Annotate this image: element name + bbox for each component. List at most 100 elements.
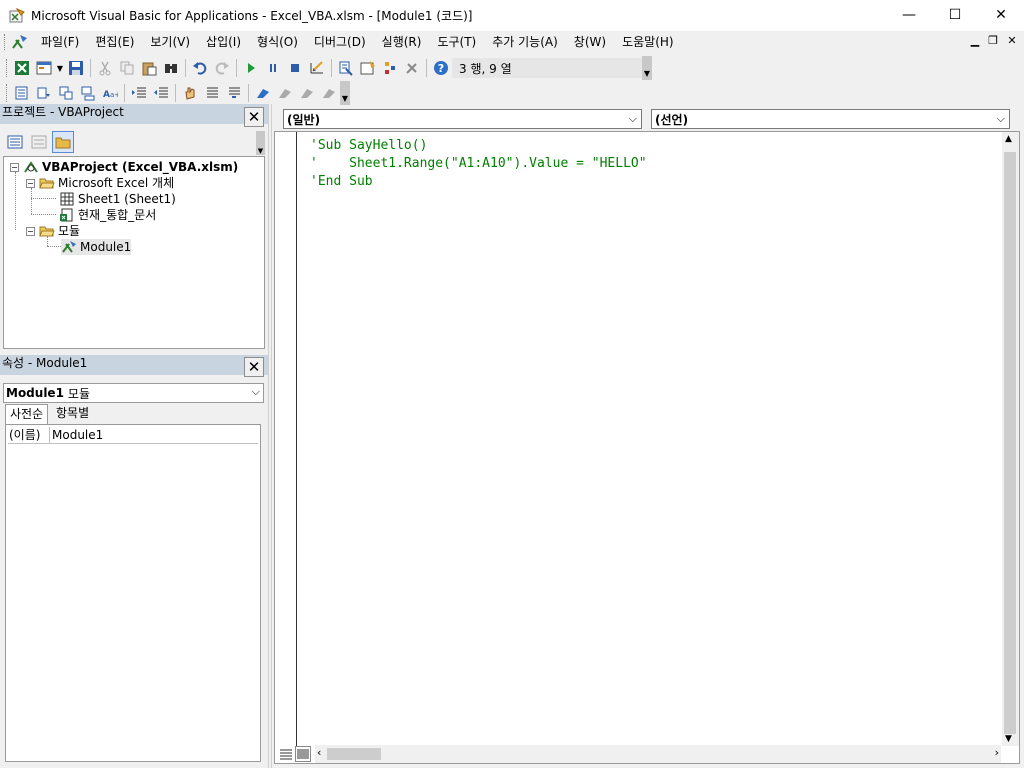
toolbox-button[interactable]: [401, 57, 423, 79]
scroll-right-icon[interactable]: ›: [995, 746, 999, 759]
project-explorer-button[interactable]: [335, 57, 357, 79]
mdi-restore-button[interactable]: ❐: [986, 34, 1000, 47]
properties-window-button[interactable]: [357, 57, 379, 79]
previous-bookmark-button[interactable]: [296, 82, 318, 104]
project-pane-toolbar: [4, 131, 74, 153]
object-browser-button[interactable]: [379, 57, 401, 79]
tree-item-sheet1[interactable]: Sheet1 (Sheet1): [59, 191, 176, 207]
toggle-breakpoint-button[interactable]: [179, 82, 201, 104]
scroll-down-icon[interactable]: ▼: [1005, 734, 1012, 744]
tree-item-module1[interactable]: Module1: [61, 239, 132, 255]
pane-splitter[interactable]: [268, 104, 272, 768]
menu-tools[interactable]: 도구(T): [429, 32, 484, 52]
menu-insert[interactable]: 삽입(I): [198, 32, 249, 52]
help-button[interactable]: ?: [430, 57, 452, 79]
toolbar-overflow-chevron[interactable]: ▼: [340, 81, 350, 105]
mdi-minimize-button[interactable]: ▁: [968, 34, 982, 47]
toolbar-grip[interactable]: [6, 59, 9, 77]
cut-icon: [99, 61, 111, 76]
run-button[interactable]: [240, 57, 262, 79]
break-button[interactable]: [262, 57, 284, 79]
scroll-thumb[interactable]: [1004, 152, 1016, 734]
view-object-button[interactable]: [28, 131, 50, 153]
collapse-icon[interactable]: −: [26, 226, 35, 236]
scroll-up-icon[interactable]: ▲: [1005, 134, 1012, 144]
mdi-close-button[interactable]: ✕: [1005, 34, 1019, 47]
tree-item-modules-folder[interactable]: − 모듈: [26, 223, 80, 239]
code-editor[interactable]: 'Sub SayHello() ' Sheet1.Range("A1:A10")…: [274, 131, 1020, 764]
scroll-left-icon[interactable]: ‹: [317, 746, 321, 759]
vba-menu-icon[interactable]: [11, 34, 29, 50]
properties-pane-close-button[interactable]: ✕: [244, 357, 264, 377]
menu-help[interactable]: 도움말(H): [614, 32, 682, 52]
procedure-combo[interactable]: (선언) ⌵: [651, 109, 1010, 129]
tree-item-vbaproject[interactable]: − VBAProject (Excel_VBA.xlsm): [10, 159, 238, 175]
design-mode-button[interactable]: [306, 57, 328, 79]
menu-file[interactable]: 파일(F): [33, 32, 87, 52]
find-button[interactable]: [160, 57, 182, 79]
tree-item-excel-objects[interactable]: − Microsoft Excel 개체: [26, 175, 174, 191]
quick-info-button[interactable]: [55, 82, 77, 104]
vertical-scrollbar[interactable]: ▲ ▼: [1002, 132, 1019, 746]
window-title: Microsoft Visual Basic for Applications …: [31, 9, 473, 23]
userform-icon: [36, 61, 52, 75]
parameter-info-button[interactable]: [77, 82, 99, 104]
menu-edit[interactable]: 편집(E): [87, 32, 142, 52]
toggle-bookmark-button[interactable]: [252, 82, 274, 104]
project-toolbar-overflow-chevron[interactable]: ▼: [256, 131, 265, 155]
complete-word-button[interactable]: Aa+: [99, 82, 121, 104]
uncomment-block-button[interactable]: [223, 82, 245, 104]
tree-item-workbook[interactable]: 현재_통합_문서: [59, 207, 156, 223]
indent-icon: [132, 87, 146, 98]
code-line[interactable]: 'End Sub: [310, 173, 373, 191]
binoculars-icon: [165, 64, 177, 73]
comment-block-button[interactable]: [201, 82, 223, 104]
save-button[interactable]: [65, 57, 87, 79]
menu-debug[interactable]: 디버그(D): [306, 32, 374, 52]
insert-userform-button[interactable]: [33, 57, 55, 79]
scroll-thumb[interactable]: [327, 748, 381, 760]
next-bookmark-button[interactable]: [274, 82, 296, 104]
property-row-name[interactable]: (이름) Module1: [8, 427, 258, 444]
close-button[interactable]: ✕: [978, 0, 1024, 30]
view-code-button[interactable]: [4, 131, 26, 153]
full-module-view-button[interactable]: [295, 746, 311, 762]
insert-dropdown-arrow[interactable]: ▼: [55, 57, 65, 79]
clear-bookmarks-button[interactable]: [318, 82, 340, 104]
procedure-view-button[interactable]: [278, 746, 294, 762]
toolbar-grip[interactable]: [6, 84, 9, 102]
collapse-icon[interactable]: −: [10, 162, 19, 172]
tab-alphabetic[interactable]: 사전순: [5, 404, 49, 424]
redo-button[interactable]: [211, 57, 233, 79]
undo-button[interactable]: [189, 57, 211, 79]
property-value[interactable]: Module1: [50, 427, 103, 443]
menu-run[interactable]: 실행(R): [374, 32, 430, 52]
copy-button[interactable]: [116, 57, 138, 79]
tab-categorized[interactable]: 항목별: [52, 404, 93, 424]
horizontal-scrollbar[interactable]: ‹ ›: [315, 745, 1001, 763]
list-properties-button[interactable]: [11, 82, 33, 104]
list-constants-button[interactable]: [33, 82, 55, 104]
margin-indicator-bar[interactable]: [275, 132, 297, 746]
toolbar-overflow-chevron[interactable]: ▼: [642, 56, 652, 80]
cut-button[interactable]: [94, 57, 116, 79]
project-pane-close-button[interactable]: ✕: [244, 107, 264, 127]
menu-window[interactable]: 창(W): [566, 32, 614, 52]
outdent-button[interactable]: [150, 82, 172, 104]
menu-addins[interactable]: 추가 기능(A): [484, 32, 566, 52]
toggle-folders-button[interactable]: [52, 131, 74, 153]
view-excel-button[interactable]: [11, 57, 33, 79]
indent-button[interactable]: [128, 82, 150, 104]
menu-format[interactable]: 형식(O): [249, 32, 306, 52]
maximize-button[interactable]: ☐: [932, 0, 978, 30]
object-select[interactable]: Module1 모듈 ⌵: [3, 383, 264, 403]
menu-view[interactable]: 보기(V): [142, 32, 198, 52]
object-combo[interactable]: (일반) ⌵: [283, 109, 642, 129]
code-line[interactable]: 'Sub SayHello(): [310, 137, 427, 155]
menubar-grip[interactable]: [4, 34, 7, 50]
minimize-button[interactable]: —: [886, 0, 932, 30]
collapse-icon[interactable]: −: [26, 178, 35, 188]
paste-button[interactable]: [138, 57, 160, 79]
code-line[interactable]: ' Sheet1.Range("A1:A10").Value = "HELLO": [310, 155, 647, 173]
reset-button[interactable]: [284, 57, 306, 79]
